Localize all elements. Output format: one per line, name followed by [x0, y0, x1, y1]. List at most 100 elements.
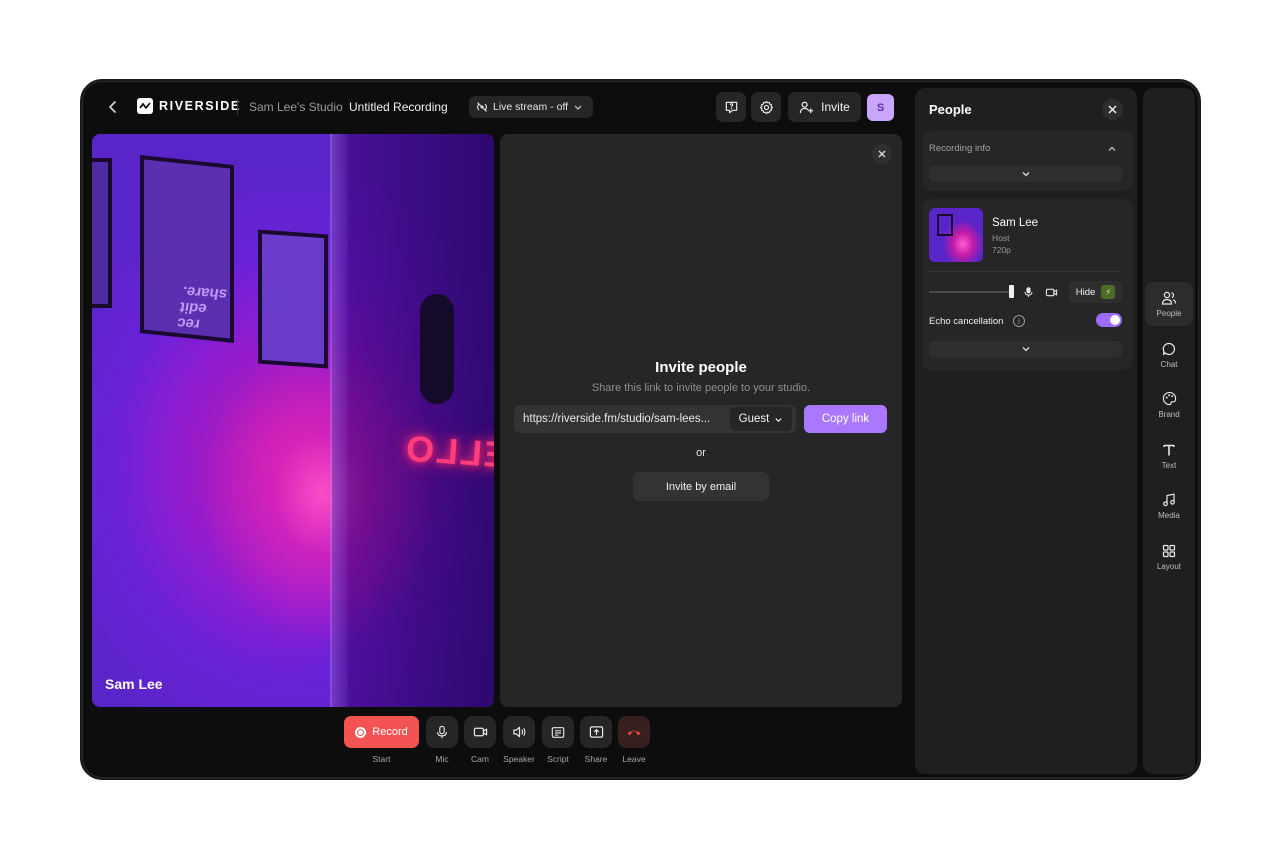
mic-button[interactable] [426, 716, 458, 748]
participant-name: Sam Lee [105, 676, 163, 692]
hang-up-icon [627, 730, 641, 736]
participant-thumbnail[interactable] [929, 208, 983, 262]
control-label: Mic [435, 754, 449, 764]
settings-button[interactable] [751, 92, 781, 122]
control-label: Script [547, 754, 569, 764]
invite-link-field[interactable]: https://riverside.fm/studio/sam-lees... … [514, 405, 796, 433]
record-button[interactable]: Record [344, 716, 419, 748]
riverside-logo[interactable]: RIVERSIDE [137, 98, 241, 114]
recording-info-section: Recording info [922, 131, 1133, 191]
livestream-label: Live stream - off [493, 101, 569, 113]
logo-mark-icon [137, 98, 153, 114]
rail-item-brand[interactable]: Brand [1145, 383, 1193, 427]
app-window: RIVERSIDE Sam Lee's Studio Untitled Reco… [80, 79, 1201, 780]
participant-cam-button[interactable] [1041, 282, 1061, 302]
info-icon[interactable]: i [1013, 315, 1025, 327]
chat-icon [1162, 342, 1176, 355]
invite-title: Invite people [655, 359, 747, 376]
control-label: Speaker [503, 754, 535, 764]
invite-close-button[interactable] [872, 144, 892, 164]
participant-expand-button[interactable] [929, 341, 1122, 357]
back-button[interactable] [104, 98, 122, 116]
logo-text: RIVERSIDE [159, 99, 241, 113]
recording-info-label: Recording info [929, 143, 991, 154]
participant-role: Host [992, 233, 1010, 243]
mic-icon [437, 725, 447, 739]
leave-button[interactable] [618, 716, 650, 748]
people-icon [1161, 291, 1177, 305]
header-divider [237, 99, 238, 115]
volume-slider-thumb[interactable] [1009, 285, 1014, 298]
livestream-dropdown[interactable]: Live stream - off [469, 96, 594, 118]
record-icon [355, 726, 367, 738]
chevron-up-icon [1108, 146, 1116, 151]
wall-edge [330, 134, 348, 707]
rail-item-layout[interactable]: Layout [1145, 535, 1193, 579]
chevron-down-icon [1022, 172, 1029, 177]
rail-item-people[interactable]: People [1145, 282, 1193, 326]
role-select-value: Guest [738, 413, 770, 425]
participant-name: Sam Lee [992, 217, 1039, 229]
mic-control: Mic [426, 716, 458, 764]
speaker-button[interactable] [503, 716, 535, 748]
text-icon [1163, 444, 1175, 455]
side-rail: People Chat Brand Text Media Layout [1143, 88, 1195, 774]
echo-cancellation-label: Echo cancellation [929, 316, 1004, 327]
close-icon [878, 150, 886, 158]
rail-item-media[interactable]: Media [1145, 484, 1193, 528]
rail-label: Brand [1158, 410, 1180, 419]
invite-panel: Invite people Share this link to invite … [500, 134, 902, 707]
mic-icon [1024, 287, 1032, 297]
wall-frame-image [92, 158, 112, 308]
people-close-button[interactable] [1102, 99, 1123, 120]
control-label: Start [372, 754, 391, 764]
speaker-icon [512, 726, 525, 738]
camera-icon [473, 727, 487, 737]
volume-slider[interactable] [929, 285, 1014, 298]
music-icon [1163, 492, 1175, 506]
rail-item-chat[interactable]: Chat [1145, 333, 1193, 377]
script-icon [551, 726, 565, 738]
control-label: Leave [622, 754, 646, 764]
role-select[interactable]: Guest [730, 407, 792, 431]
recording-info-expand-button[interactable] [929, 166, 1122, 182]
cam-control: Cam [464, 716, 496, 764]
participant-video-tile[interactable]: rec edit share. HELLO Sam Lee [92, 134, 494, 707]
control-label: Share [584, 754, 608, 764]
invite-label: Invite [821, 100, 850, 114]
recording-info-collapse-button[interactable] [1104, 141, 1120, 157]
close-icon [1108, 105, 1117, 114]
participant-resolution: 720p [992, 245, 1011, 255]
copy-link-button[interactable]: Copy link [804, 405, 887, 433]
invite-subtitle: Share this link to invite people to your… [591, 382, 811, 394]
participant-card: Sam Lee Host 720p Hide ⚡ Echo cancellati… [922, 199, 1133, 370]
help-chat-icon [725, 101, 737, 113]
avatar[interactable]: S [867, 94, 894, 121]
script-button[interactable] [542, 716, 574, 748]
invite-link-text: https://riverside.fm/studio/sam-lees... [523, 413, 711, 425]
wall-speaker-image [420, 294, 454, 404]
studio-name[interactable]: Sam Lee's Studio [249, 100, 343, 114]
rail-label: Text [1161, 460, 1177, 470]
echo-cancellation-toggle[interactable] [1096, 313, 1122, 327]
share-screen-icon [589, 726, 603, 738]
bolt-icon: ⚡ [1101, 285, 1116, 299]
speaker-control: Speaker [503, 716, 535, 764]
hide-label: Hide [1075, 286, 1096, 298]
help-button[interactable] [716, 92, 746, 122]
cam-button[interactable] [464, 716, 496, 748]
invite-by-email-button[interactable]: Invite by email [633, 472, 769, 501]
hide-participant-button[interactable]: Hide ⚡ [1069, 281, 1122, 303]
share-control: Share [580, 716, 612, 764]
top-bar: RIVERSIDE Sam Lee's Studio Untitled Reco… [82, 81, 912, 133]
chevron-down-icon [574, 105, 582, 110]
recording-name[interactable]: Untitled Recording [349, 100, 448, 114]
chevron-down-icon [1022, 347, 1029, 352]
share-screen-button[interactable] [580, 716, 612, 748]
palette-icon [1162, 391, 1176, 406]
participant-mic-button[interactable] [1018, 282, 1038, 302]
camera-icon [1045, 288, 1057, 296]
invite-button[interactable]: Invite [788, 92, 861, 122]
record-control: Record Start [344, 716, 419, 764]
rail-item-text[interactable]: Text [1145, 434, 1193, 478]
